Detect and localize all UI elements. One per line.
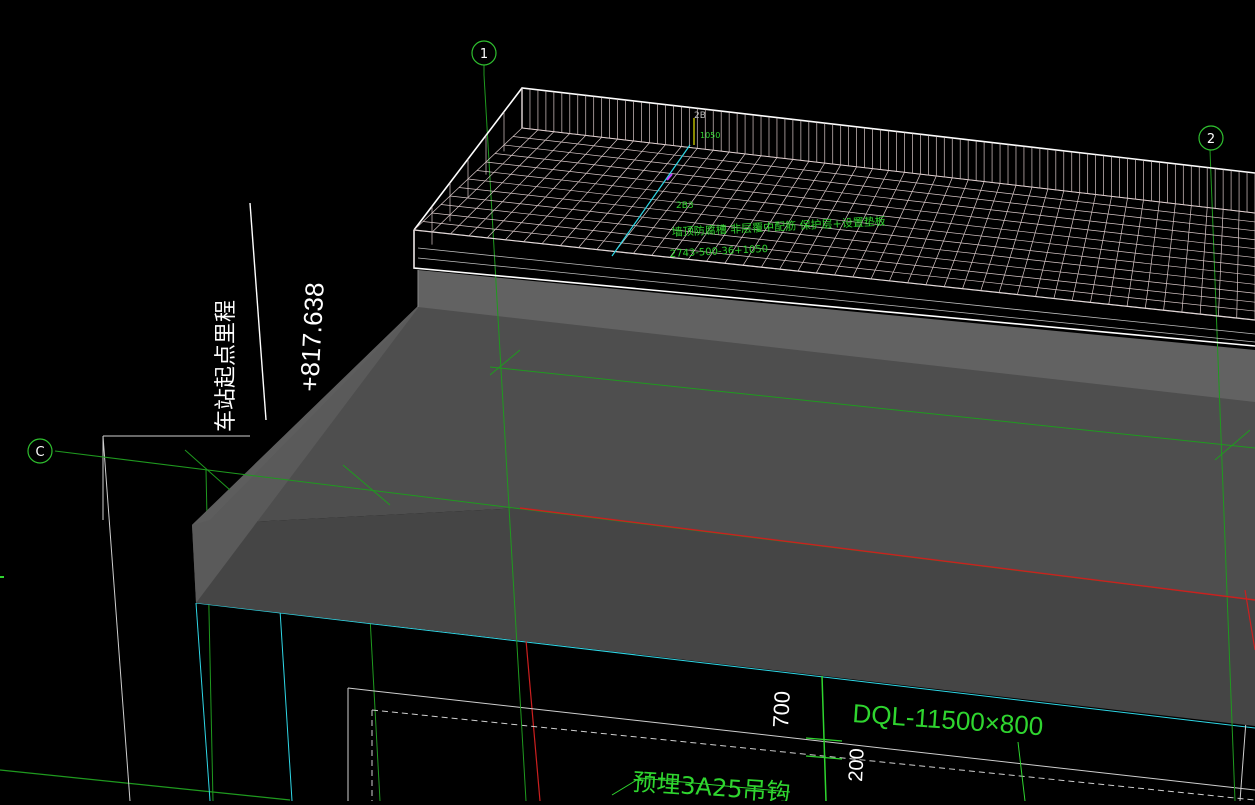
- dim-700: 700: [768, 690, 795, 728]
- dim-200: 200: [845, 748, 869, 782]
- mileage-label: 车站起点里程: [214, 300, 239, 432]
- member-label: DQL-11500×800: [852, 698, 1045, 741]
- cad-3d-viewport[interactable]: 2B 1050 2B3 墙顶防腐槽 非层覆中配筋 保护层+设置垫板 2743-5…: [0, 0, 1255, 805]
- axis-bubble-1-label: 1: [480, 47, 488, 62]
- axis-bubble-2-label: 2: [1207, 132, 1215, 147]
- rebar-tag-2b: 2B: [694, 111, 706, 121]
- mileage-value: +817.638: [294, 282, 330, 393]
- axis-bubble-1[interactable]: 1: [471, 40, 497, 66]
- axis-bubble-c[interactable]: C: [27, 438, 53, 464]
- rebar-note-line1: 墙顶防腐槽 非层覆中配筋 保护层+设置垫板: [671, 214, 886, 239]
- rebar-note-line2: 2743-500-36+1050: [670, 244, 769, 260]
- rebar-tag-2b3: 2B3: [676, 201, 694, 211]
- rebar-tag-1050: 1050: [700, 131, 720, 140]
- axis-bubble-c-label: C: [35, 445, 44, 460]
- embed-label: 预埋3A25吊钩: [632, 768, 792, 801]
- mileage-leader-line: [249, 202, 267, 421]
- axis-bubble-2[interactable]: 2: [1198, 125, 1224, 151]
